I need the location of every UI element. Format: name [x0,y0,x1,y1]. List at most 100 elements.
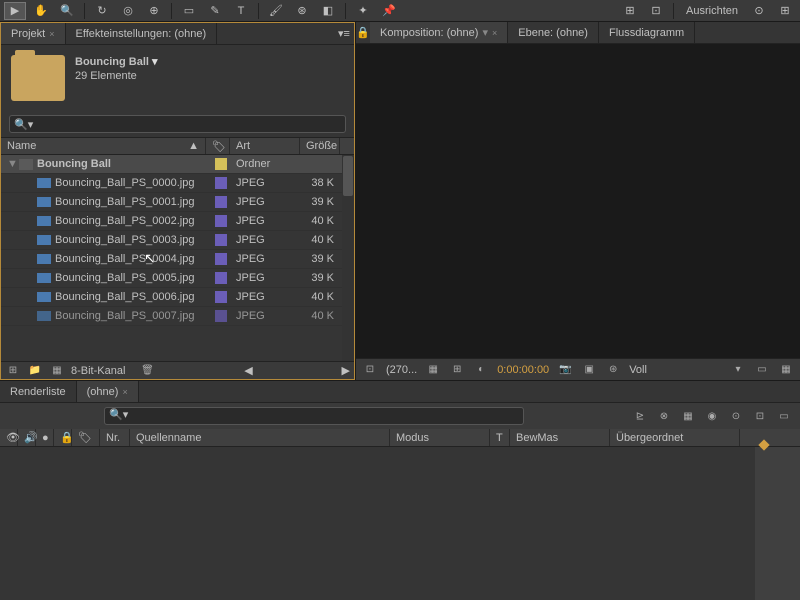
disclosure-icon[interactable]: ▼ [7,158,15,170]
composition-viewer[interactable] [356,44,800,358]
transparency-icon[interactable]: ▦ [778,363,794,377]
puppet-tool[interactable]: 📌 [378,2,400,20]
interpret-icon[interactable]: ⊞ [5,364,21,378]
pen-tool[interactable]: ✎ [204,2,226,20]
list-item[interactable]: Bouncing_Ball_PS_0004.jpgJPEG39 K [1,250,354,269]
scroll-right-icon[interactable]: ▶ [342,364,350,377]
text-tool[interactable]: T [230,2,252,20]
list-item[interactable]: Bouncing_Ball_PS_0003.jpgJPEG40 K [1,231,354,250]
list-item[interactable]: Bouncing_Ball_PS_0001.jpgJPEG39 K [1,193,354,212]
list-item[interactable]: Bouncing_Ball_PS_0002.jpgJPEG40 K [1,212,354,231]
eraser-tool[interactable]: ◧ [317,2,339,20]
col-bewmas[interactable]: BewMas [510,429,610,446]
lock-icon[interactable]: 🔒 [54,429,72,446]
image-icon [37,178,51,188]
search-btn[interactable]: ⊙ [748,2,770,20]
new-comp-icon[interactable]: ▦ [49,364,65,378]
col-name[interactable]: Name▲ [1,138,206,154]
snapshot-icon[interactable]: 📷 [557,363,573,377]
scroll-left-icon[interactable]: ◀ [244,364,252,377]
scrollbar[interactable] [342,155,354,361]
col-nr[interactable]: Nr. [100,429,130,446]
col-tag[interactable]: 🏷 [206,138,230,154]
solo-icon[interactable]: ● [36,429,54,446]
tag-icon [215,177,227,189]
col-art[interactable]: Art [230,138,300,154]
motion-blur-icon[interactable]: ◉ [704,409,720,423]
close-icon[interactable]: × [49,29,54,39]
timeline-layers[interactable] [0,447,755,600]
timeline-search[interactable]: 🔍▾ [104,407,524,425]
tab-timeline-none[interactable]: (ohne)× [77,381,139,402]
tab-composition[interactable]: Komposition: (ohne) ▾× [370,22,508,43]
tab-layer[interactable]: Ebene: (ohne) [508,22,599,43]
tab-flowchart[interactable]: Flussdiagramm [599,22,695,43]
lock-icon[interactable]: 🔒 [356,22,370,43]
rotate-tool[interactable]: ↻ [91,2,113,20]
zoom-dropdown[interactable]: (270... [386,364,417,376]
bitdepth-label[interactable]: 8-Bit-Kanal [71,365,125,377]
clone-tool[interactable]: ⊛ [291,2,313,20]
col-size[interactable]: Größe [300,138,340,154]
list-item[interactable]: Bouncing_Ball_PS_0005.jpgJPEG39 K [1,269,354,288]
timecode[interactable]: 0:00:00:00 [497,364,549,376]
layer-icon[interactable]: ▭ [776,409,792,423]
folder-row[interactable]: ▼Bouncing Ball Ordner [1,155,354,174]
camera-tool[interactable]: ◎ [117,2,139,20]
mask-icon[interactable]: ◐ [473,363,489,377]
channel-icon[interactable]: ▣ [581,363,597,377]
col-sourcename[interactable]: Quellenname [130,429,390,446]
tab-project[interactable]: Projekt× [1,23,66,44]
brush-tool[interactable]: 🖌 [265,2,287,20]
shy-icon[interactable]: ⊗ [656,409,672,423]
project-title: Bouncing Ball ▾ [75,55,158,68]
speaker-icon[interactable]: 🔊 [18,429,36,446]
3d-icon[interactable]: ⊛ [605,363,621,377]
magnify-icon[interactable]: ⊡ [362,363,378,377]
col-parent[interactable]: Übergeordnet [610,429,740,446]
tag-icon [215,272,227,284]
list-item[interactable]: Bouncing_Ball_PS_0007.jpgJPEG40 K [1,307,354,326]
selection-tool[interactable]: ▶ [4,2,26,20]
roto-tool[interactable]: ✦ [352,2,374,20]
grid-btn[interactable]: ⊞ [774,2,796,20]
eye-icon[interactable]: 👁 [0,429,18,446]
brain-icon[interactable]: ⊙ [728,409,744,423]
axis-tool[interactable]: ⊞ [619,2,641,20]
new-folder-icon[interactable]: 📁 [27,364,43,378]
graph-icon[interactable]: ⊵ [632,409,648,423]
quality-dropdown[interactable]: Voll [629,364,647,376]
tab-renderqueue[interactable]: Renderliste [0,381,77,402]
folder-icon [19,159,33,170]
frame-blend-icon[interactable]: ▦ [680,409,696,423]
res-icon[interactable]: ▦ [425,363,441,377]
tag-icon [215,234,227,246]
timeline-ruler[interactable] [755,447,800,600]
col-t[interactable]: T [490,429,510,446]
list-item[interactable]: Bouncing_Ball_PS_0006.jpgJPEG40 K [1,288,354,307]
image-icon [37,235,51,245]
effects-icon[interactable]: ⊡ [752,409,768,423]
search-input[interactable]: 🔍▾ [9,115,346,133]
grid-icon[interactable]: ⊞ [449,363,465,377]
zoom-tool[interactable]: 🔍 [56,2,78,20]
image-icon [37,273,51,283]
tag-icon [215,196,227,208]
panel-menu-icon[interactable]: ▾≡ [334,23,354,44]
list-item[interactable]: Bouncing_Ball_PS_0000.jpgJPEG38 K [1,174,354,193]
composition-panel: 🔒 Komposition: (ohne) ▾× Ebene: (ohne) F… [355,22,800,380]
anchor-tool[interactable]: ⊕ [143,2,165,20]
close-icon[interactable]: × [122,387,127,397]
tag-icon [215,253,227,265]
snap-tool[interactable]: ⊡ [645,2,667,20]
rect-tool[interactable]: ▭ [178,2,200,20]
view-icon[interactable]: ▾ [730,363,746,377]
trash-icon[interactable]: 🗑 [139,364,155,378]
close-icon[interactable]: × [492,28,497,38]
region-icon[interactable]: ▭ [754,363,770,377]
tag-icon[interactable]: 🏷 [72,429,100,446]
tab-effects[interactable]: Effekteinstellungen: (ohne) [66,23,218,44]
hand-tool[interactable]: ✋ [30,2,52,20]
col-mode[interactable]: Modus [390,429,490,446]
top-toolbar: ▶ ✋ 🔍 ↻ ◎ ⊕ ▭ ✎ T 🖌 ⊛ ◧ ✦ 📌 ⊞ ⊡ Ausricht… [0,0,800,22]
